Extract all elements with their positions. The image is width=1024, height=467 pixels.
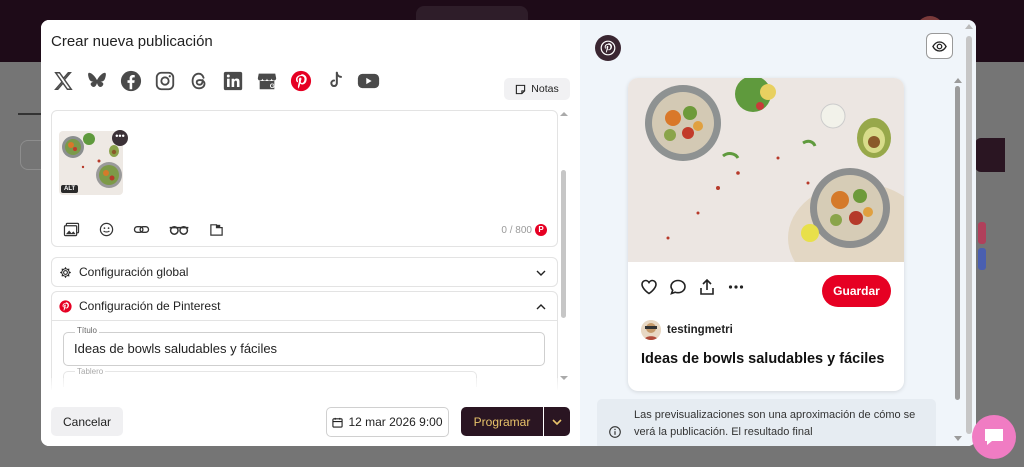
linkedin-icon[interactable] <box>221 70 244 93</box>
heart-icon[interactable] <box>640 278 658 296</box>
chevron-down-icon <box>536 270 546 276</box>
modal-title: Crear nueva publicación <box>51 33 213 50</box>
chevron-down-icon <box>552 418 562 425</box>
svg-text:G: G <box>269 83 274 90</box>
pinterest-small-icon: P <box>535 224 547 236</box>
character-counter: 0 / 800 P <box>501 224 547 236</box>
background-tag <box>978 248 986 270</box>
instagram-icon[interactable] <box>153 70 176 93</box>
note-icon <box>516 84 526 94</box>
bluesky-icon[interactable] <box>85 70 108 93</box>
alt-badge[interactable]: ALT <box>61 185 79 193</box>
share-icon[interactable] <box>698 278 716 296</box>
youtube-icon[interactable] <box>357 70 380 93</box>
board-label: Tablero <box>75 367 106 376</box>
chevron-up-icon <box>536 304 546 310</box>
post-editor-panel: Crear nueva publicación G Notas ••• ALT … <box>41 20 580 446</box>
schedule-date-picker[interactable]: 12 mar 2026 9:00 <box>326 407 449 437</box>
editor-toolbar <box>63 222 225 237</box>
calendar-icon <box>332 417 344 428</box>
link-icon[interactable] <box>133 222 150 237</box>
glasses-icon[interactable] <box>168 222 190 237</box>
create-post-modal: Crear nueva publicación G Notas ••• ALT … <box>41 20 976 446</box>
more-options-icon[interactable] <box>727 278 745 296</box>
tiktok-icon[interactable] <box>323 70 346 93</box>
preview-notice-text: Las previsualizaciones son una aproximac… <box>634 409 916 438</box>
folder-icon[interactable] <box>208 222 225 237</box>
background-tag <box>978 222 986 244</box>
pin-title: Ideas de bowls saludables y fáciles <box>641 351 885 367</box>
schedule-options-button[interactable] <box>544 407 570 436</box>
image-options-button[interactable]: ••• <box>112 130 128 146</box>
preview-scroll-up[interactable] <box>954 78 962 83</box>
google-business-icon[interactable]: G <box>255 70 278 93</box>
preview-scroll-down[interactable] <box>954 436 962 441</box>
media-icon[interactable] <box>63 222 80 237</box>
schedule-date-value: 12 mar 2026 9:00 <box>348 415 443 429</box>
pin-card: Guardar testingmetri Ideas de bowls salu… <box>628 78 904 391</box>
emoji-icon[interactable] <box>98 222 115 237</box>
editor-scrollbar-thumb[interactable] <box>561 170 566 318</box>
pinterest-settings-label: Configuración de Pinterest <box>79 299 221 313</box>
background-action-button <box>975 138 1005 172</box>
notes-label: Notas <box>531 83 559 95</box>
pinterest-settings-accordion[interactable]: Configuración de Pinterest <box>51 291 558 321</box>
global-settings-label: Configuración global <box>79 265 189 279</box>
scroll-fade <box>51 378 558 392</box>
schedule-button[interactable]: Programar <box>461 407 543 436</box>
comment-icon[interactable] <box>669 278 687 296</box>
pin-title-label: Título <box>75 326 100 335</box>
pinterest-logo-icon <box>595 35 621 61</box>
author-username: testingmetri <box>667 324 733 336</box>
pin-author[interactable]: testingmetri <box>641 320 733 340</box>
eye-icon <box>932 40 947 52</box>
preview-visibility-button[interactable] <box>926 33 953 59</box>
global-settings-accordion[interactable]: Configuración global <box>51 257 558 287</box>
pinterest-icon[interactable] <box>289 70 312 93</box>
social-network-selector: G <box>51 68 380 94</box>
page-scrollbar-thumb[interactable] <box>966 36 972 434</box>
info-icon <box>609 426 621 438</box>
preview-scrollbar-thumb[interactable] <box>955 86 960 400</box>
preview-notice: Las previsualizaciones son una aproximac… <box>597 399 936 446</box>
pin-image <box>628 78 904 262</box>
facebook-icon[interactable] <box>119 70 142 93</box>
pin-actions <box>640 278 745 296</box>
pinterest-icon <box>59 299 72 313</box>
pin-title-field[interactable]: Ideas de bowls saludables y fáciles <box>63 332 545 366</box>
pin-preview-panel: Guardar testingmetri Ideas de bowls salu… <box>580 20 976 446</box>
notes-button[interactable]: Notas <box>504 78 570 100</box>
editor-scrollbar[interactable] <box>560 112 568 380</box>
chat-icon <box>985 429 1003 445</box>
post-editor[interactable]: ••• ALT 0 / 800 P <box>51 110 558 247</box>
character-count: 0 / 800 <box>501 224 532 236</box>
threads-icon[interactable] <box>187 70 210 93</box>
cancel-button[interactable]: Cancelar <box>51 407 123 436</box>
gear-icon <box>60 266 71 278</box>
avatar <box>641 320 661 340</box>
support-chat-button[interactable] <box>972 415 1016 459</box>
x-icon[interactable] <box>51 70 74 93</box>
page-scroll-up[interactable] <box>965 24 973 29</box>
pin-save-button[interactable]: Guardar <box>822 275 891 307</box>
